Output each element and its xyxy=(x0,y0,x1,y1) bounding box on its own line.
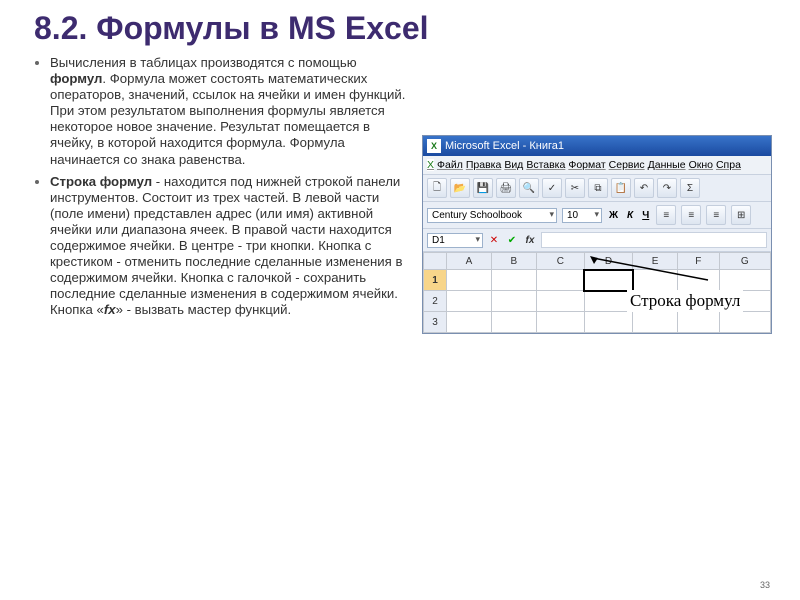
bullet-list: Вычисления в таблицах производятся с пом… xyxy=(28,55,410,319)
fontsize-selector[interactable]: 10 xyxy=(562,208,602,223)
text: » - вызвать мастер функций. xyxy=(116,302,292,317)
text: . Формула может состоять математических … xyxy=(50,71,405,166)
cell[interactable] xyxy=(491,291,536,312)
align-left-button[interactable]: ≡ xyxy=(656,205,676,225)
callout-label: Строка формул xyxy=(627,290,743,312)
formatting-toolbar: Century Schoolbook 10 Ж К Ч ≡ ≡ ≡ ⊞ xyxy=(423,202,771,229)
col-header-c[interactable]: C xyxy=(536,253,584,270)
menu-file[interactable]: Файл xyxy=(437,159,463,171)
excel-window: X Microsoft Excel - Книга1 X Файл Правка… xyxy=(422,135,772,334)
cell[interactable] xyxy=(584,312,632,333)
row-header-3[interactable]: 3 xyxy=(424,312,447,333)
col-header-e[interactable]: E xyxy=(633,253,678,270)
window-titlebar: X Microsoft Excel - Книга1 xyxy=(423,136,771,156)
cancel-button[interactable]: ✕ xyxy=(487,233,501,247)
cell[interactable] xyxy=(491,312,536,333)
italic-button[interactable]: К xyxy=(625,210,635,221)
menu-help[interactable]: Спра xyxy=(716,159,741,171)
col-header-a[interactable]: A xyxy=(447,253,492,270)
worksheet-area: A B C D E F G 1 xyxy=(423,252,771,333)
cell[interactable] xyxy=(633,270,678,291)
bullet-item: Строка формул - находится под нижней стр… xyxy=(50,174,410,319)
row-header-2[interactable]: 2 xyxy=(424,291,447,312)
text: - находится под нижней строкой панели ин… xyxy=(50,174,402,318)
window-title: Microsoft Excel - Книга1 xyxy=(445,140,564,152)
cell[interactable] xyxy=(447,270,492,291)
cell[interactable] xyxy=(447,291,492,312)
name-box[interactable]: D1 xyxy=(427,233,483,248)
fx-button[interactable]: fx xyxy=(523,233,537,247)
new-button[interactable]: 🗋 xyxy=(427,178,447,198)
cell[interactable] xyxy=(536,270,584,291)
bullet-item: Вычисления в таблицах производятся с пом… xyxy=(50,55,410,168)
copy-button[interactable]: ⧉ xyxy=(588,178,608,198)
print-button[interactable]: 🖨 xyxy=(496,178,516,198)
content-row: Вычисления в таблицах производятся с пом… xyxy=(28,55,772,334)
cell[interactable] xyxy=(719,312,770,333)
standard-toolbar: 🗋 📂 💾 🖨 🔍 ✓ ✂ ⧉ 📋 ↶ ↷ Σ xyxy=(423,175,771,202)
cell[interactable] xyxy=(719,270,770,291)
slide: 8.2. Формулы в MS Excel Вычисления в таб… xyxy=(0,0,800,600)
menu-format[interactable]: Формат xyxy=(568,159,605,171)
cell[interactable] xyxy=(677,312,719,333)
spell-button[interactable]: ✓ xyxy=(542,178,562,198)
cell[interactable] xyxy=(536,312,584,333)
col-header-d[interactable]: D xyxy=(584,253,632,270)
term: формул xyxy=(50,71,102,86)
cell[interactable] xyxy=(447,312,492,333)
save-button[interactable]: 💾 xyxy=(473,178,493,198)
preview-button[interactable]: 🔍 xyxy=(519,178,539,198)
cell[interactable] xyxy=(491,270,536,291)
cell[interactable] xyxy=(536,291,584,312)
font-selector[interactable]: Century Schoolbook xyxy=(427,208,557,223)
text-column: Вычисления в таблицах производятся с пом… xyxy=(28,55,410,334)
col-header-f[interactable]: F xyxy=(677,253,719,270)
term: Строка формул xyxy=(50,174,152,189)
cell-d1[interactable] xyxy=(584,270,632,291)
menu-insert[interactable]: Вставка xyxy=(526,159,565,171)
page-number: 33 xyxy=(760,580,770,590)
sort-button[interactable]: Σ xyxy=(680,178,700,198)
paste-button[interactable]: 📋 xyxy=(611,178,631,198)
excel-app-icon: X xyxy=(427,139,441,153)
undo-button[interactable]: ↶ xyxy=(634,178,654,198)
menu-bar[interactable]: X Файл Правка Вид Вставка Формат Сервис … xyxy=(423,156,771,175)
excel-image: X Microsoft Excel - Книга1 X Файл Правка… xyxy=(422,55,770,334)
col-header-b[interactable]: B xyxy=(491,253,536,270)
cell[interactable] xyxy=(677,270,719,291)
enter-button[interactable]: ✔ xyxy=(505,233,519,247)
menu-tools[interactable]: Сервис xyxy=(609,159,645,171)
menu-window[interactable]: Окно xyxy=(689,159,713,171)
bold-button[interactable]: Ж xyxy=(607,210,620,221)
menu-view[interactable]: Вид xyxy=(504,159,523,171)
text: Вычисления в таблицах производятся с пом… xyxy=(50,55,357,70)
row-header-1[interactable]: 1 xyxy=(424,270,447,291)
menu-edit[interactable]: Правка xyxy=(466,159,501,171)
menu-data[interactable]: Данные xyxy=(648,159,686,171)
term-fx: fx xyxy=(104,302,116,317)
align-center-button[interactable]: ≡ xyxy=(681,205,701,225)
formula-bar: D1 ✕ ✔ fx xyxy=(423,229,771,252)
underline-button[interactable]: Ч xyxy=(640,210,651,221)
open-button[interactable]: 📂 xyxy=(450,178,470,198)
formula-input[interactable] xyxy=(541,232,767,248)
cell[interactable] xyxy=(633,312,678,333)
select-all-corner[interactable] xyxy=(424,253,447,270)
redo-button[interactable]: ↷ xyxy=(657,178,677,198)
col-header-g[interactable]: G xyxy=(719,253,770,270)
align-right-button[interactable]: ≡ xyxy=(706,205,726,225)
merge-button[interactable]: ⊞ xyxy=(731,205,751,225)
excel-doc-icon: X xyxy=(427,159,434,171)
cell[interactable] xyxy=(584,291,632,312)
cut-button[interactable]: ✂ xyxy=(565,178,585,198)
page-title: 8.2. Формулы в MS Excel xyxy=(34,10,772,47)
